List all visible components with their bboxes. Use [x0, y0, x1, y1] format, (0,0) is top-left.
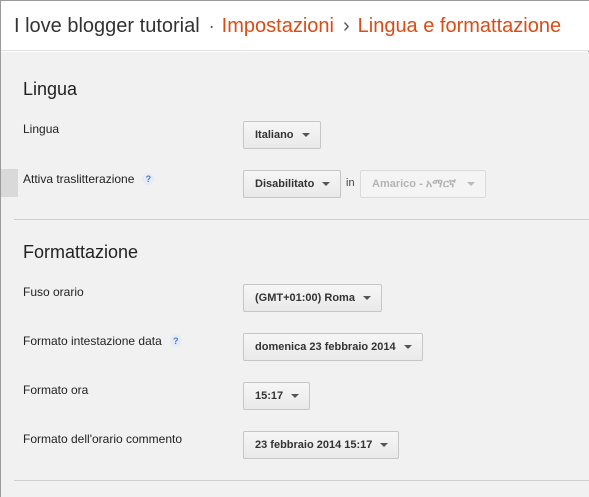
- time-format-label: Formato ora: [23, 383, 89, 397]
- chevron-down-icon: [403, 345, 412, 349]
- date-header-dropdown-value: domenica 23 febbraio 2014: [255, 341, 396, 353]
- lingua-dropdown-value: Italiano: [255, 129, 294, 141]
- date-header-dropdown[interactable]: domenica 23 febbraio 2014: [243, 333, 423, 361]
- breadcrumb-header: I love blogger tutorial · Impostazioni › Lin…: [1, 1, 589, 51]
- translit-dropdown-value: Disabilitato: [255, 178, 315, 190]
- section-title-lingua: Lingua: [23, 79, 78, 99]
- date-header-label-text: Formato intestazione data: [23, 334, 162, 348]
- breadcrumb: I love blogger tutorial · Impostazioni › Lin…: [14, 13, 561, 39]
- in-label: in: [346, 177, 355, 189]
- chevron-down-icon: [301, 133, 310, 137]
- timezone-label: Fuso orario: [23, 285, 84, 299]
- lingua-dropdown[interactable]: Italiano: [243, 121, 321, 149]
- help-icon[interactable]: ?: [142, 173, 155, 185]
- blog-name[interactable]: I love blogger tutorial: [14, 15, 200, 37]
- chevron-down-icon: [291, 394, 300, 398]
- timezone-dropdown-value: (GMT+01:00) Roma: [255, 292, 355, 304]
- chevron-down-icon: [380, 443, 389, 447]
- timezone-dropdown[interactable]: (GMT+01:00) Roma: [243, 284, 382, 312]
- translit-label: Attiva traslitterazione?: [23, 172, 155, 186]
- breadcrumb-arrow-icon: ›: [342, 15, 350, 37]
- date-header-label: Formato intestazione data?: [23, 334, 182, 348]
- chevron-down-icon: [322, 182, 331, 186]
- breadcrumb-lingua-formattazione: Lingua e formattazione: [357, 15, 562, 37]
- breadcrumb-separator: ·: [208, 16, 215, 36]
- settings-panel: Lingua Lingua Italiano Attiva traslitter…: [1, 52, 589, 497]
- translit-label-text: Attiva traslitterazione: [23, 172, 135, 186]
- section-divider: [14, 219, 589, 220]
- comment-time-label: Formato dell'orario commento: [23, 432, 183, 446]
- time-format-dropdown[interactable]: 15:17: [243, 382, 311, 410]
- translit-language-value: Amarico - አማርኛ: [372, 178, 456, 190]
- translit-language-dropdown: Amarico - አማርኛ: [360, 170, 486, 198]
- time-format-dropdown-value: 15:17: [255, 390, 284, 402]
- help-icon[interactable]: ?: [169, 335, 182, 347]
- lingua-label: Lingua: [23, 122, 60, 136]
- breadcrumb-impostazioni[interactable]: Impostazioni: [222, 15, 334, 37]
- sidebar-indicator: [1, 169, 18, 197]
- comment-time-dropdown[interactable]: 23 febbraio 2014 15:17: [243, 431, 400, 459]
- chevron-down-icon: [467, 182, 475, 186]
- translit-dropdown[interactable]: Disabilitato: [243, 170, 342, 198]
- chevron-down-icon: [362, 296, 371, 300]
- section-title-formattazione: Formattazione: [23, 242, 139, 262]
- comment-time-dropdown-value: 23 febbraio 2014 15:17: [255, 439, 373, 451]
- section-divider: [14, 480, 589, 481]
